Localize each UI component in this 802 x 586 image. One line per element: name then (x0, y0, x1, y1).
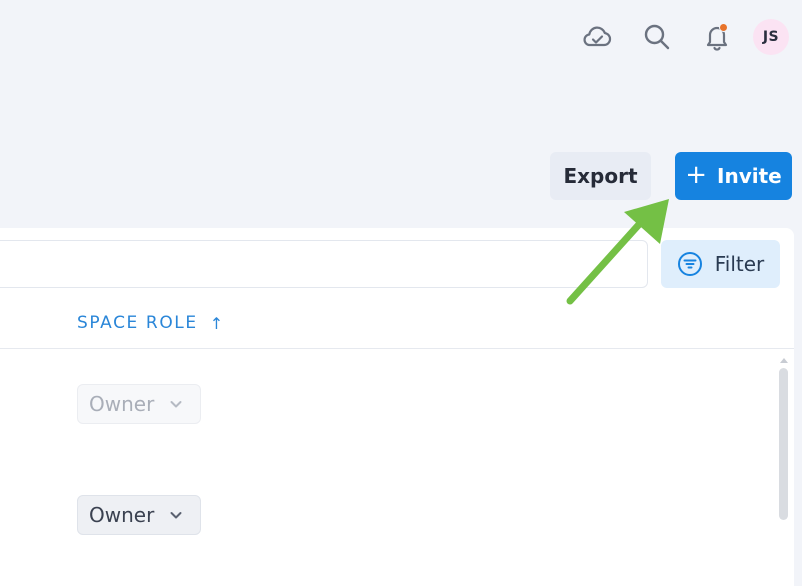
app-screen: JS Export + Invite Filter SPACE ROLE ↑ O… (0, 0, 802, 586)
search-icon[interactable] (640, 20, 674, 54)
chevron-down-icon (170, 512, 182, 519)
role-select[interactable]: Owner (77, 495, 201, 535)
column-header-label: SPACE ROLE (77, 313, 198, 333)
scrollbar-thumb[interactable] (779, 368, 788, 520)
cloud-check-icon[interactable] (580, 20, 614, 54)
search-input[interactable] (0, 240, 648, 288)
members-card: Filter SPACE ROLE ↑ Owner Owner (0, 228, 794, 586)
filter-icon (677, 252, 702, 276)
avatar[interactable]: JS (753, 19, 789, 55)
sort-ascending-icon: ↑ (209, 313, 224, 333)
chevron-down-icon (170, 401, 182, 408)
bell-icon[interactable] (700, 20, 734, 54)
notification-dot (719, 23, 728, 32)
export-button[interactable]: Export (550, 152, 651, 200)
filter-button[interactable]: Filter (661, 240, 780, 288)
invite-button[interactable]: + Invite (675, 152, 792, 200)
role-select-value: Owner (89, 503, 155, 527)
plus-icon: + (685, 159, 708, 190)
scroll-up-arrow-icon[interactable] (780, 358, 788, 363)
column-header-space-role[interactable]: SPACE ROLE ↑ (77, 313, 223, 333)
invite-button-label: Invite (717, 164, 782, 188)
role-select: Owner (77, 384, 201, 424)
vertical-scrollbar[interactable] (779, 358, 789, 586)
filter-button-label: Filter (714, 252, 765, 276)
role-select-value: Owner (89, 392, 155, 416)
header-divider (0, 348, 794, 349)
